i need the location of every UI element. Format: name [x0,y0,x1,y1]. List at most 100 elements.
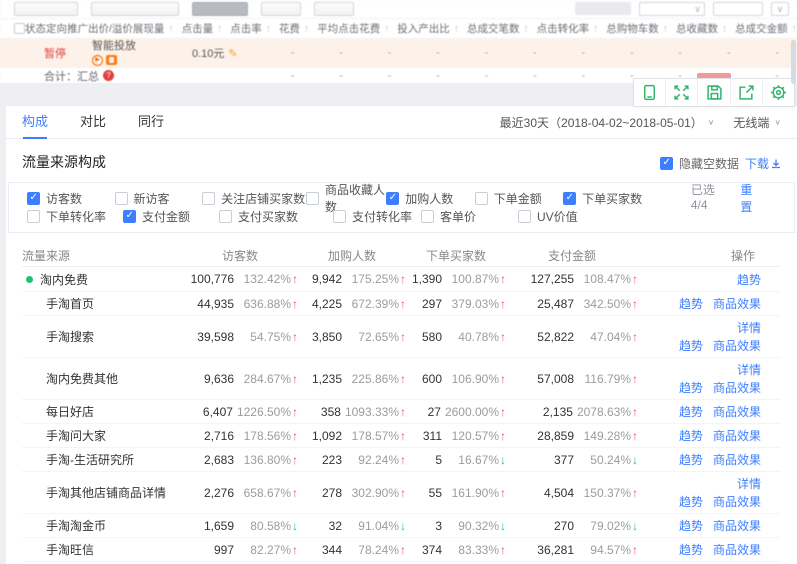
vertical-scrollbar[interactable] [791,40,796,84]
source-label: 淘内免费其他 [46,372,118,386]
blurred-toolbar-button[interactable] [261,2,301,16]
metric-filter-item[interactable]: 客单价 [421,208,518,225]
fullscreen-icon[interactable] [665,79,697,106]
blurred-toolbar-button-active[interactable] [192,2,248,16]
action-link[interactable]: 商品效果 [713,493,761,510]
metric-value: 1,390 [412,272,442,286]
metric-filter-item[interactable]: 下单金额 [475,190,563,207]
campaign-col-header[interactable]: 投入产出比 ↑ [397,21,467,36]
metric-checkbox[interactable] [123,210,136,223]
metric-checkbox[interactable] [518,210,531,223]
header-checkbox[interactable] [14,23,25,35]
metric-filter-item[interactable]: UV价值 [518,208,615,225]
metric-filter-item[interactable]: 新访客 [115,190,203,207]
metric-change: 82.27%↑ [238,543,298,557]
mobile-preview-icon[interactable] [634,79,665,106]
metric-checkbox[interactable] [563,192,576,205]
empty-value: - [555,47,603,59]
settings-icon[interactable] [762,79,794,106]
reset-button[interactable]: 重置 [740,181,762,215]
metric-checkbox[interactable] [306,192,319,205]
action-link[interactable]: 商品效果 [713,295,761,312]
metric-value: 2,135 [543,405,573,419]
metric-value: 57,008 [537,372,574,386]
campaign-col-header[interactable]: 点击率 ↑ [230,21,279,36]
col-header-cart: 加购人数 [298,247,406,264]
metric-filter-item[interactable]: 支付转化率 [333,208,421,225]
campaign-col-header[interactable]: 花费 ↑ [279,21,317,36]
tab-peers[interactable]: 同行 [138,106,164,139]
campaign-col-header[interactable]: 点击量 ↑ [182,21,231,36]
campaign-col-header[interactable]: 展现量 ↑ [133,21,182,36]
date-range-selector[interactable]: 最近30天（2018-04-02~2018-05-01） [500,114,703,131]
action-link[interactable]: 趋势 [737,271,761,288]
save-icon[interactable] [697,79,729,106]
metric-filter-item[interactable]: 支付金额 [123,208,219,225]
campaign-col-header[interactable]: 总收藏数 ↑ [676,21,735,36]
blurred-toolbar-button[interactable] [314,2,354,16]
action-link[interactable]: 趋势 [679,517,703,534]
payment-cell: 25,487342.50%↑ [506,297,638,311]
detail-link[interactable]: 详情 [737,361,761,378]
metric-checkbox[interactable] [219,210,232,223]
campaign-name[interactable]: 智能投放 [92,40,136,52]
tab-composition[interactable]: 构成 [22,106,48,139]
blurred-toolbar-button[interactable] [14,2,78,16]
action-link[interactable]: 商品效果 [713,517,761,534]
terminal-selector[interactable]: 无线端 [733,114,769,131]
metric-filter-item[interactable]: 支付买家数 [219,208,333,225]
blurred-more-button[interactable] [713,2,763,16]
metric-filter-item[interactable]: 下单转化率 [27,208,123,225]
detail-link[interactable]: 详情 [737,319,761,336]
action-link[interactable]: 趋势 [679,451,703,468]
action-link[interactable]: 趋势 [679,337,703,354]
metric-checkbox[interactable] [333,210,346,223]
hide-empty-checkbox[interactable] [660,157,673,170]
metric-filter-item[interactable]: 关注店铺买家数 [202,190,306,207]
campaign-col-header[interactable]: 平均点击花费 ↑ [317,21,397,36]
campaign-col-header[interactable]: 总成交笔数 ↑ [467,21,537,36]
metric-checkbox[interactable] [115,192,128,205]
action-link[interactable]: 趋势 [679,379,703,396]
metric-change: 175.25%↑ [346,272,406,286]
metric-change: 636.88%↑ [238,297,298,311]
traffic-source-table: 流量来源 访客数 加购人数 下单买家数 支付金额 操作 淘内免费100,7761… [6,243,797,564]
campaign-col-header[interactable]: 总成交金额 ↑ [735,21,797,36]
play-icon[interactable]: ▶ [92,55,103,66]
action-link[interactable]: 商品效果 [713,541,761,558]
action-link[interactable]: 趋势 [679,493,703,510]
metric-checkbox[interactable] [421,210,434,223]
action-link[interactable]: 商品效果 [713,451,761,468]
detail-link[interactable]: 详情 [737,475,761,492]
metric-checkbox[interactable] [27,192,40,205]
download-link[interactable]: 下载 [745,155,781,172]
blurred-select[interactable]: ∨ [639,2,705,16]
action-link[interactable]: 趋势 [679,295,703,312]
metric-filter-item[interactable]: 下单买家数 [563,190,691,207]
tab-compare[interactable]: 对比 [80,106,106,139]
visitors-cell: 1,65980.58%↓ [182,519,298,533]
action-link[interactable]: 趋势 [679,541,703,558]
action-link[interactable]: 商品效果 [713,379,761,396]
cart-cell: 278302.90%↑ [298,486,406,500]
action-link[interactable]: 趋势 [679,403,703,420]
metric-checkbox[interactable] [27,210,40,223]
export-icon[interactable] [730,79,762,106]
blurred-toolbar-button[interactable] [91,2,179,16]
metric-checkbox[interactable] [386,192,399,205]
metric-filter-item[interactable]: 访客数 [27,190,115,207]
metric-checkbox[interactable] [475,192,488,205]
cart-cell: 1,092178.57%↑ [298,429,406,443]
action-link[interactable]: 商品效果 [713,403,761,420]
screen: ∨ ∨ 状态定向推广出价/溢价展现量 ↑点击量 ↑点击率 ↑花费 ↑平均点击花费… [0,0,797,564]
edit-pencil-icon[interactable]: ✎ [228,47,237,60]
help-icon[interactable]: ? [103,70,114,81]
blurred-mini-select[interactable]: ∨ [771,2,789,16]
metric-filter-item[interactable]: 加购人数 [386,190,474,207]
action-link[interactable]: 商品效果 [713,427,761,444]
metric-checkbox[interactable] [202,192,215,205]
campaign-col-header[interactable]: 总购物车数 ↑ [606,21,676,36]
action-link[interactable]: 商品效果 [713,337,761,354]
action-link[interactable]: 趋势 [679,427,703,444]
campaign-col-header[interactable]: 点击转化率 ↑ [537,21,607,36]
